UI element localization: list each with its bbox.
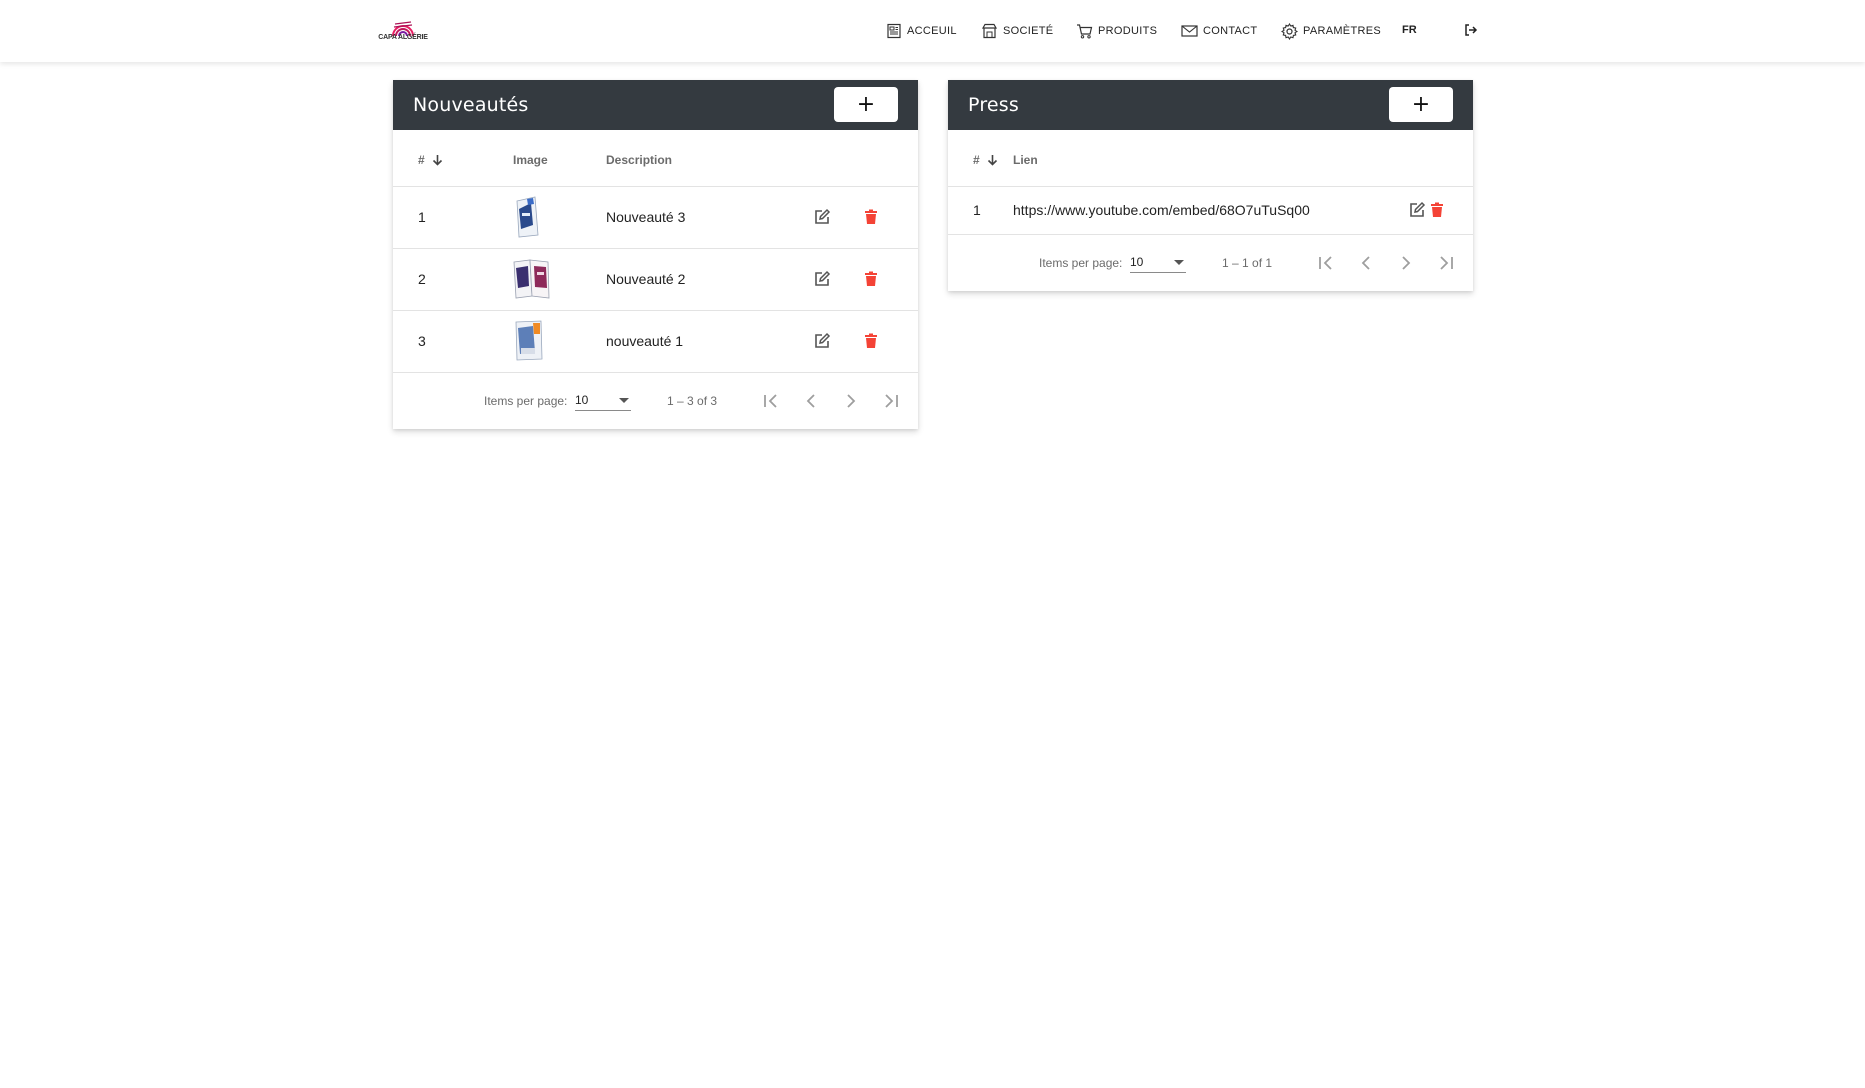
nav-contact-label: CONTACT bbox=[1203, 25, 1258, 37]
edit-icon[interactable] bbox=[813, 208, 831, 226]
page-size-value: 10 bbox=[1130, 255, 1144, 269]
page-size-select[interactable]: 10 bbox=[575, 391, 631, 411]
page-size-select[interactable]: 10 bbox=[1130, 253, 1186, 273]
row-num: 1 bbox=[973, 202, 981, 218]
divider bbox=[393, 186, 918, 187]
product-thumbnail bbox=[513, 259, 550, 299]
nav-parametres-label: PARAMÈTRES bbox=[1303, 25, 1381, 37]
cart-icon bbox=[1077, 24, 1093, 39]
column-header-num-label: # bbox=[973, 153, 980, 167]
column-header-description: Description bbox=[606, 153, 673, 167]
column-header-num[interactable]: # bbox=[418, 153, 443, 167]
newspaper-icon bbox=[887, 23, 901, 39]
row-link: https://www.youtube.com/embed/68O7uTuSq0… bbox=[1013, 202, 1310, 218]
next-page-icon[interactable] bbox=[1394, 251, 1418, 275]
edit-icon[interactable] bbox=[813, 270, 831, 288]
row-num: 2 bbox=[418, 271, 426, 287]
envelope-icon bbox=[1181, 25, 1198, 37]
capa-logo[interactable]: CAPA ALGÉRIE bbox=[377, 18, 429, 46]
previous-page-icon[interactable] bbox=[1354, 251, 1378, 275]
edit-icon[interactable] bbox=[813, 332, 831, 350]
language-selector[interactable]: FR bbox=[1402, 24, 1417, 36]
page-range: 1 – 3 of 3 bbox=[667, 394, 718, 408]
column-header-link: Lien bbox=[1013, 153, 1038, 167]
product-thumbnail bbox=[515, 320, 543, 361]
column-header-image: Image bbox=[513, 153, 548, 167]
nav-produits[interactable]: PRODUITS bbox=[1076, 20, 1157, 42]
row-description: nouveauté 1 bbox=[606, 333, 684, 349]
nav-societe-label: SOCIETÉ bbox=[1003, 25, 1054, 37]
column-header-num[interactable]: # bbox=[973, 153, 998, 167]
chevron-down-icon bbox=[619, 398, 629, 403]
previous-page-icon[interactable] bbox=[799, 389, 823, 413]
nav-parametres[interactable]: PARAMÈTRES bbox=[1281, 20, 1381, 42]
logout-icon bbox=[1465, 24, 1478, 36]
delete-icon[interactable] bbox=[862, 332, 880, 350]
divider bbox=[393, 310, 918, 311]
divider bbox=[393, 372, 918, 373]
add-press-button[interactable]: + bbox=[1389, 87, 1453, 122]
logo-text: CAPA ALGÉRIE bbox=[378, 34, 428, 41]
first-page-icon[interactable] bbox=[759, 389, 783, 413]
product-thumbnail bbox=[516, 196, 539, 238]
items-per-page-label: Items per page: bbox=[484, 394, 568, 408]
nouveautes-card: Nouveautés + # Image Description 1 Nouve… bbox=[393, 80, 918, 429]
row-num: 1 bbox=[418, 209, 426, 225]
nouveautes-title: Nouveautés bbox=[413, 94, 529, 116]
divider bbox=[948, 186, 1473, 187]
row-num: 3 bbox=[418, 333, 426, 349]
nav-accueil-label: ACCEUIL bbox=[907, 25, 957, 37]
nav-contact[interactable]: CONTACT bbox=[1181, 20, 1257, 42]
sort-arrow-down-icon bbox=[987, 155, 998, 166]
row-description: Nouveauté 2 bbox=[606, 271, 686, 287]
next-page-icon[interactable] bbox=[839, 389, 863, 413]
delete-icon[interactable] bbox=[862, 270, 880, 288]
last-page-icon[interactable] bbox=[1434, 251, 1458, 275]
edit-icon[interactable] bbox=[1408, 201, 1426, 219]
press-header: Press + bbox=[948, 80, 1473, 130]
top-navbar: CAPA ALGÉRIE ACCEUIL SOCIETÉ PRODUITS CO… bbox=[0, 0, 1865, 62]
nouveautes-header: Nouveautés + bbox=[393, 80, 918, 130]
nav-societe[interactable]: SOCIETÉ bbox=[981, 20, 1053, 42]
delete-icon[interactable] bbox=[1428, 201, 1446, 219]
add-nouveaute-button[interactable]: + bbox=[834, 87, 898, 122]
chevron-down-icon bbox=[1174, 260, 1184, 265]
divider bbox=[393, 248, 918, 249]
row-description: Nouveauté 3 bbox=[606, 209, 686, 225]
nav-accueil[interactable]: ACCEUIL bbox=[886, 20, 957, 42]
last-page-icon[interactable] bbox=[879, 389, 903, 413]
divider bbox=[948, 234, 1473, 235]
delete-icon[interactable] bbox=[862, 208, 880, 226]
gear-icon bbox=[1281, 22, 1298, 40]
nav-produits-label: PRODUITS bbox=[1098, 25, 1158, 37]
first-page-icon[interactable] bbox=[1314, 251, 1338, 275]
items-per-page-label: Items per page: bbox=[1039, 256, 1123, 270]
page-size-value: 10 bbox=[575, 393, 589, 407]
logout-button[interactable] bbox=[1464, 23, 1478, 37]
sort-arrow-down-icon bbox=[432, 155, 443, 166]
page-range: 1 – 1 of 1 bbox=[1222, 256, 1273, 270]
shop-icon bbox=[981, 23, 998, 39]
press-title: Press bbox=[968, 94, 1020, 116]
press-card: Press + # Lien 1 https://www.youtube.com… bbox=[948, 80, 1473, 291]
column-header-num-label: # bbox=[418, 153, 425, 167]
